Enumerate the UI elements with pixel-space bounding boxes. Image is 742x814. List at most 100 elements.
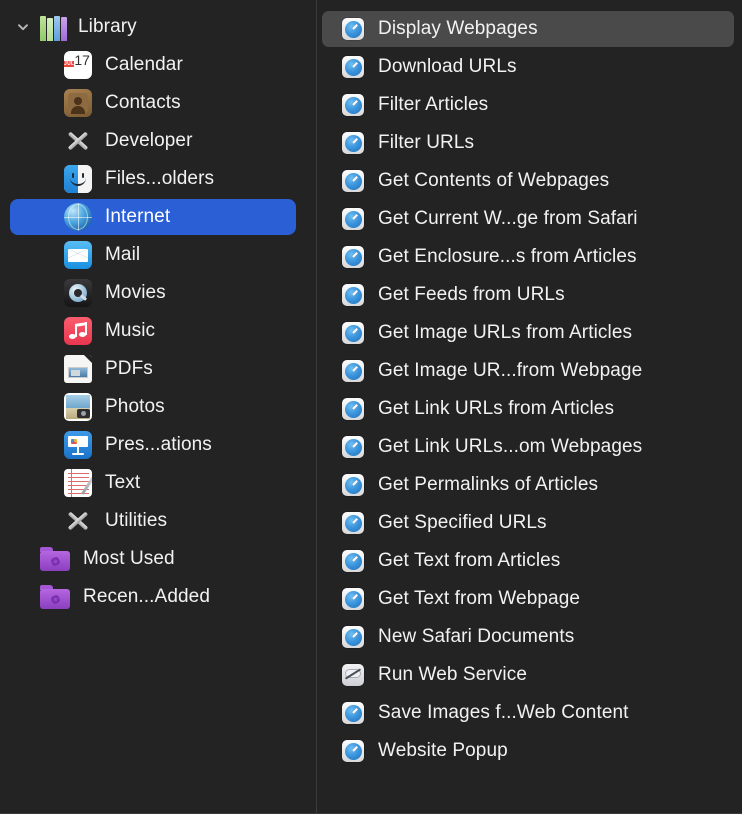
- action-label: Get Permalinks of Articles: [378, 474, 599, 495]
- safari-action-icon: [342, 550, 364, 572]
- sidebar-item-developer[interactable]: Developer: [0, 122, 316, 160]
- safari-action-icon: [342, 56, 364, 78]
- action-label: Get Image URLs from Articles: [378, 322, 633, 343]
- action-row[interactable]: Get Link URLs...om Webpages: [317, 428, 742, 466]
- safari-action-icon: [342, 208, 364, 230]
- sidebar-group-recently-added[interactable]: Recen...Added: [0, 578, 316, 616]
- action-row[interactable]: Get Enclosure...s from Articles: [317, 238, 742, 276]
- sidebar-item-label: Files...olders: [105, 168, 215, 189]
- sidebar-item-label: Contacts: [105, 92, 181, 113]
- safari-action-icon: [342, 132, 364, 154]
- chevron-down-icon[interactable]: [14, 18, 32, 36]
- action-row[interactable]: Get Image URLs from Articles: [317, 314, 742, 352]
- safari-action-icon: [342, 626, 364, 648]
- sidebar-item-label: Calendar: [105, 54, 183, 75]
- sidebar-item-presentations[interactable]: Pres...ations: [0, 426, 316, 464]
- action-row[interactable]: Filter URLs: [317, 124, 742, 162]
- action-label: New Safari Documents: [378, 626, 575, 647]
- safari-action-icon: [342, 170, 364, 192]
- sidebar-item-label: PDFs: [105, 358, 153, 379]
- tools-icon: [64, 507, 92, 535]
- action-label: Website Popup: [378, 740, 508, 761]
- keynote-icon: [64, 431, 92, 459]
- safari-action-icon: [342, 474, 364, 496]
- sidebar-item-movies[interactable]: Movies: [0, 274, 316, 312]
- safari-action-icon: [342, 740, 364, 762]
- safari-action-icon: [342, 588, 364, 610]
- action-label: Save Images f...Web Content: [378, 702, 629, 723]
- actions-list[interactable]: Display Webpages Download URLs Filter Ar…: [317, 0, 742, 813]
- action-label: Get Text from Articles: [378, 550, 561, 571]
- action-row[interactable]: Save Images f...Web Content: [317, 694, 742, 732]
- action-row[interactable]: Get Specified URLs: [317, 504, 742, 542]
- photos-icon: [64, 393, 92, 421]
- sidebar-item-label: Utilities: [105, 510, 168, 531]
- action-row[interactable]: Get Link URLs from Articles: [317, 390, 742, 428]
- safari-action-icon: [342, 360, 364, 382]
- sidebar-item-label: Mail: [105, 244, 141, 265]
- tools-icon: [64, 127, 92, 155]
- sidebar-item-label: Pres...ations: [105, 434, 212, 455]
- safari-action-icon: [342, 512, 364, 534]
- action-row[interactable]: Get Text from Articles: [317, 542, 742, 580]
- action-label: Download URLs: [378, 56, 517, 77]
- web-service-icon: [342, 664, 364, 686]
- sidebar-group-label: Most Used: [83, 548, 175, 569]
- library-sidebar[interactable]: Library JUL17 Calendar Contacts Develope…: [0, 0, 317, 813]
- pdf-document-icon: [64, 355, 92, 383]
- sidebar-item-music[interactable]: Music: [0, 312, 316, 350]
- action-row[interactable]: Filter Articles: [317, 86, 742, 124]
- sidebar-item-text[interactable]: Text: [0, 464, 316, 502]
- purple-gear-folder-icon: [40, 547, 70, 571]
- action-row[interactable]: New Safari Documents: [317, 618, 742, 656]
- action-label: Get Link URLs...om Webpages: [378, 436, 643, 457]
- safari-action-icon: [342, 702, 364, 724]
- action-row[interactable]: Run Web Service: [317, 656, 742, 694]
- sidebar-item-files-and-folders[interactable]: Files...olders: [0, 160, 316, 198]
- safari-action-icon: [342, 284, 364, 306]
- library-books-icon: [40, 13, 68, 41]
- action-label: Get Feeds from URLs: [378, 284, 565, 305]
- purple-gear-folder-icon: [40, 585, 70, 609]
- sidebar-group-label: Recen...Added: [83, 586, 210, 607]
- action-row[interactable]: Download URLs: [317, 48, 742, 86]
- action-row[interactable]: Get Image UR...from Webpage: [317, 352, 742, 390]
- sidebar-item-label: Text: [105, 472, 141, 493]
- action-row[interactable]: Get Contents of Webpages: [317, 162, 742, 200]
- action-row[interactable]: Display Webpages: [317, 10, 742, 48]
- sidebar-item-label: Music: [105, 320, 156, 341]
- action-label: Filter Articles: [378, 94, 489, 115]
- contacts-icon: [64, 89, 92, 117]
- safari-action-icon: [342, 398, 364, 420]
- music-note-icon: [64, 317, 92, 345]
- automator-library-browser: Library JUL17 Calendar Contacts Develope…: [0, 0, 742, 814]
- action-label: Get Specified URLs: [378, 512, 547, 533]
- sidebar-item-mail[interactable]: Mail: [0, 236, 316, 274]
- action-label: Filter URLs: [378, 132, 475, 153]
- quicktime-icon: [64, 279, 92, 307]
- action-row[interactable]: Get Current W...ge from Safari: [317, 200, 742, 238]
- action-row[interactable]: Get Text from Webpage: [317, 580, 742, 618]
- action-label: Get Image UR...from Webpage: [378, 360, 643, 381]
- sidebar-header-library[interactable]: Library: [0, 8, 316, 46]
- action-label: Get Link URLs from Articles: [378, 398, 615, 419]
- sidebar-item-pdfs[interactable]: PDFs: [0, 350, 316, 388]
- sidebar-item-photos[interactable]: Photos: [0, 388, 316, 426]
- action-label: Get Current W...ge from Safari: [378, 208, 638, 229]
- safari-action-icon: [342, 94, 364, 116]
- sidebar-item-internet[interactable]: Internet: [0, 198, 316, 236]
- action-row[interactable]: Website Popup: [317, 732, 742, 770]
- sidebar-group-most-used[interactable]: Most Used: [0, 540, 316, 578]
- safari-action-icon: [342, 246, 364, 268]
- action-row[interactable]: Get Permalinks of Articles: [317, 466, 742, 504]
- sidebar-item-contacts[interactable]: Contacts: [0, 84, 316, 122]
- sidebar-item-label: Developer: [105, 130, 193, 151]
- action-label: Run Web Service: [378, 664, 527, 685]
- action-row[interactable]: Get Feeds from URLs: [317, 276, 742, 314]
- action-label: Display Webpages: [378, 18, 538, 39]
- sidebar-item-label: Photos: [105, 396, 165, 417]
- sidebar-item-calendar[interactable]: JUL17 Calendar: [0, 46, 316, 84]
- safari-action-icon: [342, 18, 364, 40]
- globe-icon: [64, 203, 92, 231]
- sidebar-item-utilities[interactable]: Utilities: [0, 502, 316, 540]
